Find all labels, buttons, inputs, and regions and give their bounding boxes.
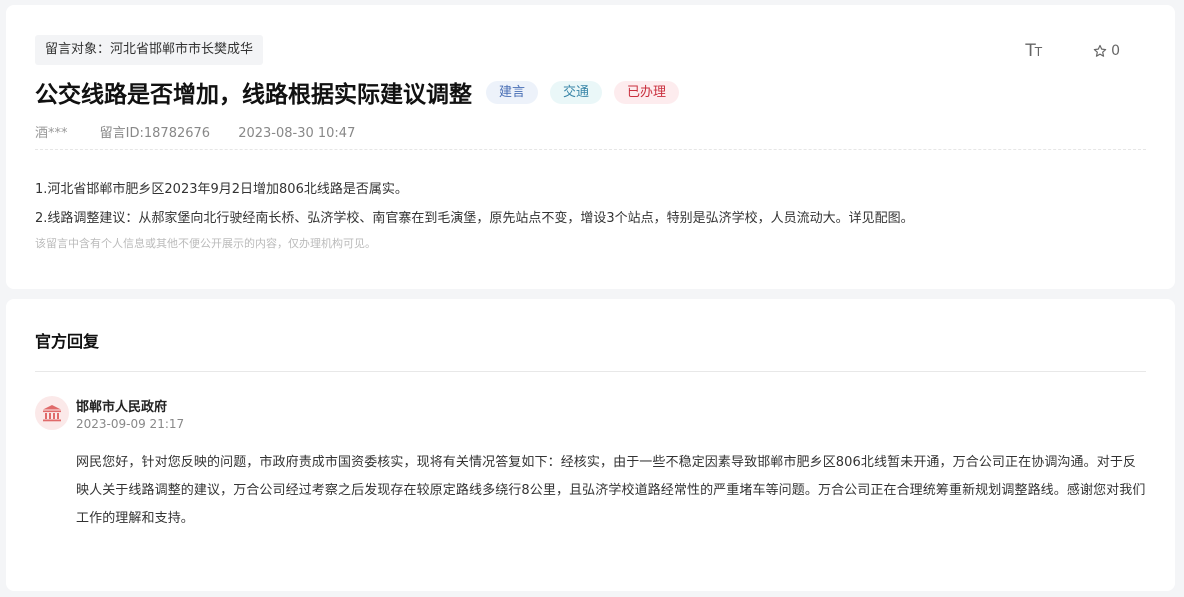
- reply-card: 官方回复 邯郸市人民政府 2023-09-09 21:17 网民您好，针对您反映…: [6, 299, 1175, 591]
- star-icon: [1093, 44, 1107, 57]
- favorite-button[interactable]: 0: [1093, 43, 1120, 59]
- favorite-count: 0: [1111, 43, 1120, 59]
- message-content: 1.河北省邯郸市肥乡区2023年9月2日增加806北线路是否属实。 2.线路调整…: [35, 175, 914, 233]
- reply-org-name: 邯郸市人民政府: [76, 400, 168, 415]
- badge-traffic: 交通: [550, 80, 603, 104]
- font-size-icon: TT: [1025, 41, 1042, 61]
- content-line-1: 1.河北省邯郸市肥乡区2023年9月2日增加806北线路是否属实。: [35, 182, 408, 197]
- reply-time: 2023-09-09 21:17: [76, 417, 185, 431]
- message-date: 2023-08-30 10:47: [238, 126, 356, 141]
- message-card: 留言对象：河北省邯郸市市长樊成华 TT 0 公交线路是否增加，线路根据实际建议调…: [6, 5, 1175, 289]
- content-line-2: 2.线路调整建议：从郝家堡向北行驶经南长桥、弘济学校、南官寨在到毛演堡，原先站点…: [35, 211, 914, 226]
- message-title: 公交线路是否增加，线路根据实际建议调整: [35, 82, 472, 108]
- badge-suggestion: 建言: [486, 80, 539, 104]
- message-meta: 酒*** 留言ID:18782676 2023-08-30 10:47: [35, 122, 379, 141]
- privacy-note: 该留言中含有个人信息或其他不便公开展示的内容，仅办理机构可见。: [35, 237, 376, 250]
- reply-text: 网民您好，针对您反映的问题，市政府责成市国资委核实，现将有关情况答复如下：经核实…: [76, 455, 1146, 526]
- message-tools: TT 0: [1025, 41, 1120, 61]
- badge-processed: 已办理: [614, 80, 680, 104]
- message-author: 酒***: [35, 126, 68, 141]
- message-id: 留言ID:18782676: [99, 126, 211, 141]
- title-row: 公交线路是否增加，线路根据实际建议调整 建言 交通 已办理: [35, 75, 680, 109]
- reply-heading: 官方回复: [35, 332, 100, 351]
- government-building-icon: [35, 396, 69, 430]
- divider: [35, 149, 1146, 150]
- message-target-tag: 留言对象：河北省邯郸市市长樊成华: [35, 35, 264, 65]
- font-size-toggle[interactable]: TT: [1025, 41, 1042, 61]
- divider: [35, 371, 1146, 372]
